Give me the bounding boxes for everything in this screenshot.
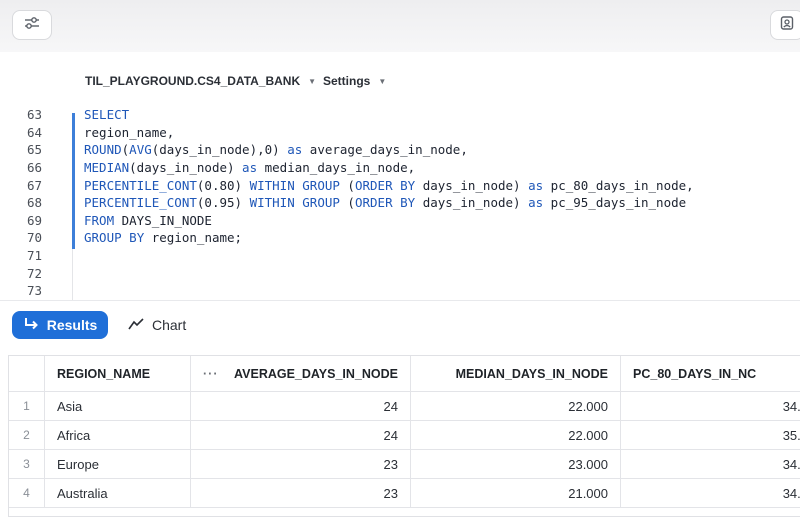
row-number: 2 xyxy=(9,421,45,450)
code-line[interactable]: 63 SELECT xyxy=(0,106,129,124)
caret-down-icon: ▼ xyxy=(308,76,317,86)
line-number: 73 xyxy=(26,283,42,299)
code-text: SELECT xyxy=(84,107,130,123)
average-cell[interactable]: 23 xyxy=(191,450,411,479)
region-cell[interactable]: Africa xyxy=(45,421,191,450)
code-line[interactable]: 66 MEDIAN(days_in_node) as median_days_in… xyxy=(0,159,415,177)
column-header-pc-80-days-in-node[interactable]: PC_80_DAYS_IN_NC xyxy=(621,356,800,392)
code-line[interactable]: 67 PERCENTILE_CONT(0.80) WITHIN GROUP (OR… xyxy=(0,176,694,194)
changed-lines-marker xyxy=(72,113,75,249)
sql-editor[interactable]: 63 SELECT 64 region_name, 65 ROUND(AVG(days_i… xyxy=(0,106,800,300)
median-cell[interactable]: 22.000 xyxy=(411,392,621,421)
pc80-cell[interactable]: 34.0 xyxy=(621,479,800,508)
column-header-label: AVERAGE_DAYS_IN_NODE xyxy=(234,366,398,381)
column-header-region-name[interactable]: REGION_NAME xyxy=(45,356,191,392)
pc80-cell[interactable]: 34.0 xyxy=(621,450,800,479)
code-line[interactable]: 72 xyxy=(0,264,42,282)
line-number: 67 xyxy=(26,177,42,193)
code-line[interactable]: 64 region_name, xyxy=(0,124,174,142)
line-number: 70 xyxy=(26,230,42,246)
person-card-icon xyxy=(780,15,794,36)
code-line[interactable]: 65 ROUND(AVG(days_in_node),0) as average_… xyxy=(0,141,468,159)
line-number: 68 xyxy=(26,195,42,211)
return-arrow-icon xyxy=(23,317,39,334)
results-table: REGION_NAME ··· AVERAGE_DAYS_IN_NODE MED… xyxy=(8,355,800,517)
code-line[interactable]: 73 xyxy=(0,282,42,300)
median-cell[interactable]: 22.000 xyxy=(411,421,621,450)
code-text: region_name, xyxy=(84,124,175,140)
code-text: PERCENTILE_CONT(0.80) WITHIN GROUP (ORDE… xyxy=(84,177,694,193)
line-number: 65 xyxy=(26,142,42,158)
results-tab[interactable]: Results xyxy=(12,311,108,339)
settings-dropdown[interactable]: Settings ▼ xyxy=(323,74,386,88)
database-label: TIL_PLAYGROUND.CS4_DATA_BANK xyxy=(85,74,301,88)
table-header-row: REGION_NAME ··· AVERAGE_DAYS_IN_NODE MED… xyxy=(9,356,800,392)
row-number: 3 xyxy=(9,450,45,479)
column-menu-icon[interactable]: ··· xyxy=(203,367,219,381)
share-button[interactable] xyxy=(770,10,800,40)
code-line[interactable]: 71 xyxy=(0,247,42,265)
row-number-header xyxy=(9,356,45,392)
median-cell[interactable]: 23.000 xyxy=(411,450,621,479)
region-cell[interactable]: Australia xyxy=(45,479,191,508)
table-row[interactable]: 3 Europe 23 23.000 34.0 xyxy=(9,450,800,479)
editor-gutter-divider xyxy=(72,249,73,300)
column-header-average-days-in-node[interactable]: ··· AVERAGE_DAYS_IN_NODE xyxy=(191,356,411,392)
line-chart-icon xyxy=(128,317,144,334)
average-cell[interactable]: 24 xyxy=(191,392,411,421)
table-row[interactable]: 1 Asia 24 22.000 34.6 xyxy=(9,392,800,421)
top-toolbar xyxy=(0,0,800,52)
region-cell[interactable]: Europe xyxy=(45,450,191,479)
code-text: PERCENTILE_CONT(0.95) WITHIN GROUP (ORDE… xyxy=(84,195,687,211)
results-toolbar: Results Chart xyxy=(0,300,800,349)
code-line[interactable]: 70 GROUP BY region_name; xyxy=(0,229,242,247)
chart-label: Chart xyxy=(152,317,187,333)
row-number: 4 xyxy=(9,479,45,508)
average-cell[interactable]: 23 xyxy=(191,479,411,508)
results-label: Results xyxy=(46,317,98,333)
column-header-median-days-in-node[interactable]: MEDIAN_DAYS_IN_NODE xyxy=(411,356,621,392)
line-number: 69 xyxy=(26,212,42,228)
pc80-cell[interactable]: 34.6 xyxy=(621,392,800,421)
filter-button[interactable] xyxy=(12,10,52,40)
code-text: MEDIAN(days_in_node) as median_days_in_n… xyxy=(84,160,416,176)
settings-label: Settings xyxy=(323,74,371,88)
line-number: 72 xyxy=(26,265,42,281)
code-text: GROUP BY region_name; xyxy=(84,230,243,246)
pc80-cell[interactable]: 35.0 xyxy=(621,421,800,450)
code-text: ROUND(AVG(days_in_node),0) as average_da… xyxy=(84,142,468,158)
table-row[interactable]: 4 Australia 23 21.000 34.0 xyxy=(9,479,800,508)
table-row[interactable]: 2 Africa 24 22.000 35.0 xyxy=(9,421,800,450)
sliders-icon xyxy=(24,16,40,35)
caret-down-icon: ▼ xyxy=(378,76,387,86)
median-cell[interactable]: 21.000 xyxy=(411,479,621,508)
code-line[interactable]: 69 FROM DAYS_IN_NODE xyxy=(0,212,212,230)
line-number: 63 xyxy=(26,107,42,123)
code-text: FROM DAYS_IN_NODE xyxy=(84,212,212,228)
chart-tab[interactable]: Chart xyxy=(128,311,186,339)
context-bar: TIL_PLAYGROUND.CS4_DATA_BANK ▼ Settings … xyxy=(0,52,800,98)
average-cell[interactable]: 24 xyxy=(191,421,411,450)
region-cell[interactable]: Asia xyxy=(45,392,191,421)
line-number: 64 xyxy=(26,124,42,140)
line-number: 66 xyxy=(26,160,42,176)
row-number: 1 xyxy=(9,392,45,421)
line-number: 71 xyxy=(26,248,42,264)
database-selector[interactable]: TIL_PLAYGROUND.CS4_DATA_BANK ▼ xyxy=(85,74,316,88)
code-line[interactable]: 68 PERCENTILE_CONT(0.95) WITHIN GROUP (OR… xyxy=(0,194,686,212)
